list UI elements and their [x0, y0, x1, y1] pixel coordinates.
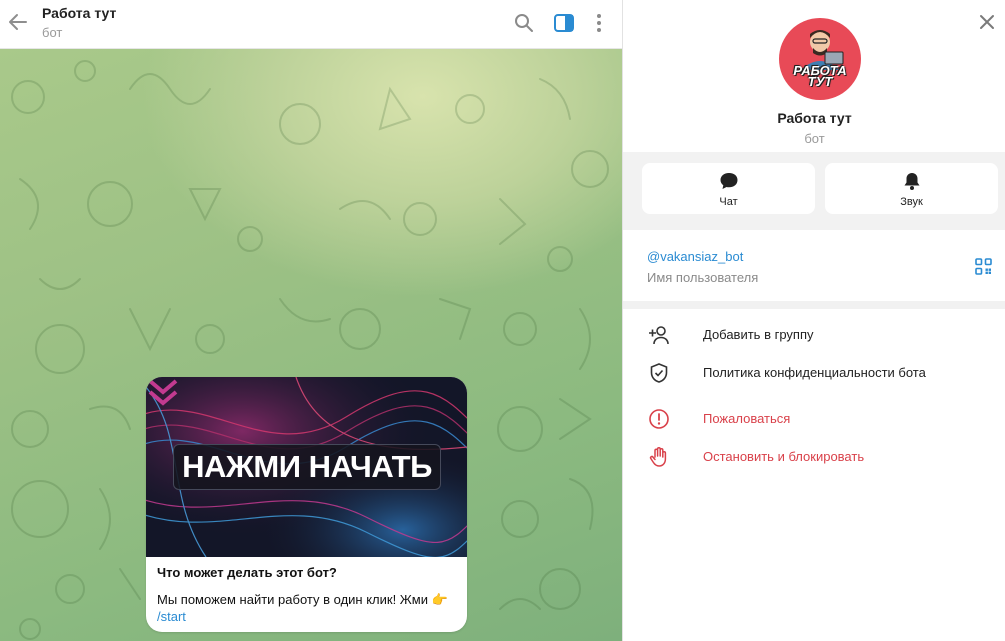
chat-area: Работа тут бот НАЖМИ НАЧАТЬ Что может де…: [0, 0, 622, 641]
bell-icon: [904, 173, 920, 190]
avatar-logo-text: РАБОТА ТУТ: [793, 63, 847, 89]
menu-item-add-to-group[interactable]: Добавить в группу: [623, 317, 1005, 353]
stop-hand-icon: [649, 447, 667, 467]
profile-actions: Чат Звук: [623, 152, 1005, 230]
chat-wallpaper: НАЖМИ НАЧАТЬ Что может делать этот бот? …: [0, 49, 622, 641]
report-icon: [649, 409, 669, 429]
section-divider: [623, 301, 1005, 309]
avatar[interactable]: РАБОТА ТУТ: [779, 18, 861, 100]
menu-label: Остановить и блокировать: [703, 449, 865, 464]
chevron-down-icon: [148, 379, 178, 406]
close-icon[interactable]: [977, 12, 997, 32]
search-icon[interactable]: [513, 12, 535, 34]
menu-item-report[interactable]: Пожаловаться: [623, 401, 1005, 437]
chat-header: Работа тут бот: [0, 0, 622, 49]
add-user-icon: [649, 326, 669, 345]
more-vertical-icon[interactable]: [588, 12, 610, 34]
back-arrow-icon[interactable]: [6, 10, 30, 34]
start-command-link[interactable]: /start: [157, 609, 186, 624]
menu-label: Политика конфиденциальности бота: [703, 365, 926, 380]
bot-description-title: Что может делать этот бот?: [157, 565, 337, 580]
username-link[interactable]: @vakansiaz_bot: [647, 249, 743, 264]
shield-icon: [650, 363, 668, 383]
chat-button-label: Чат: [719, 196, 738, 208]
profile-status: бот: [804, 131, 825, 146]
bot-description-text: Мы поможем найти работу в один клик! Жми…: [157, 592, 448, 624]
menu-label: Добавить в группу: [703, 327, 814, 342]
bot-intro-card: НАЖМИ НАЧАТЬ Что может делать этот бот? …: [146, 377, 467, 632]
press-start-banner: НАЖМИ НАЧАТЬ: [173, 444, 441, 490]
chat-button[interactable]: Чат: [642, 163, 815, 214]
chat-title[interactable]: Работа тут: [42, 5, 116, 21]
menu-item-stop-and-block[interactable]: Остановить и блокировать: [623, 439, 1005, 475]
qr-code-icon[interactable]: [975, 258, 992, 275]
sound-button-label: Звук: [900, 196, 923, 208]
sidebar-toggle-icon[interactable]: [553, 12, 575, 34]
menu-item-privacy-policy[interactable]: Политика конфиденциальности бота: [623, 355, 1005, 391]
bot-intro-banner: НАЖМИ НАЧАТЬ: [146, 377, 467, 557]
profile-panel: РАБОТА ТУТ Работа тут бот Чат Звук @vakan…: [622, 0, 1005, 641]
menu-label: Пожаловаться: [703, 411, 791, 426]
sound-button[interactable]: Звук: [825, 163, 998, 214]
username-caption: Имя пользователя: [647, 270, 759, 285]
profile-name: Работа тут: [777, 110, 852, 126]
chat-status: бот: [42, 25, 63, 40]
username-row[interactable]: @vakansiaz_bot Имя пользователя: [623, 230, 1005, 301]
chat-bubble-icon: [720, 173, 738, 189]
